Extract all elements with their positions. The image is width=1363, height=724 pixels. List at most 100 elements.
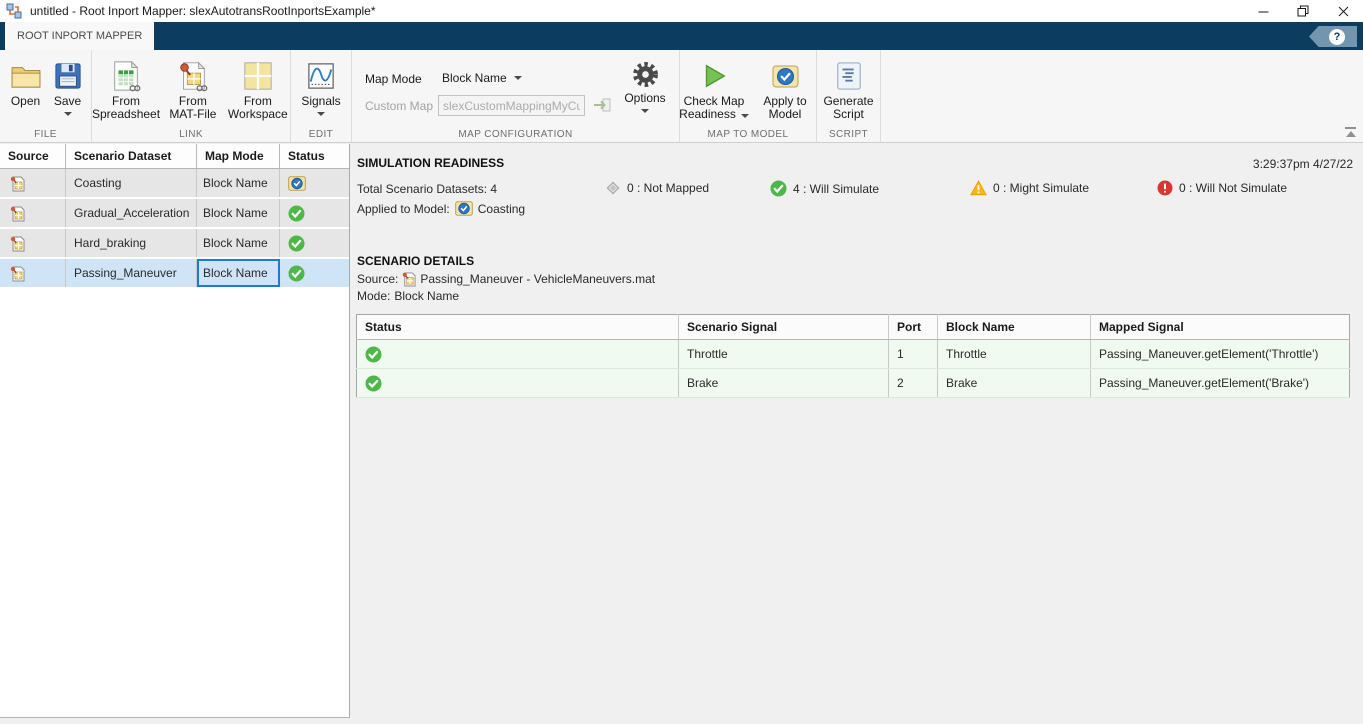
applied-to-model-badge-icon	[288, 175, 306, 191]
app-icon	[6, 3, 22, 19]
map-mode-cell[interactable]: Block Name	[197, 229, 280, 257]
header-port: Port	[888, 314, 938, 340]
save-dropdown-caret	[63, 112, 72, 116]
simulation-readiness-heading: SIMULATION READINESS	[357, 156, 505, 170]
minimize-button[interactable]	[1243, 0, 1283, 22]
legend-not-mapped: 0 : Not Mapped	[605, 180, 709, 196]
restore-button[interactable]	[1283, 0, 1323, 22]
signals-dropdown-caret	[316, 112, 325, 116]
applied-to-model-badge-icon	[454, 201, 473, 216]
header-scenario-dataset: Scenario Dataset	[66, 144, 197, 168]
header-block-name: Block Name	[937, 314, 1091, 340]
details-header-row: Status Scenario Signal Port Block Name M…	[356, 314, 1350, 340]
scenario-row-passing-maneuver[interactable]: Passing_Maneuver Block Name	[0, 259, 349, 287]
scenario-mode-line: Mode: Block Name	[357, 289, 460, 303]
mat-file-icon	[177, 57, 209, 95]
will-simulate-check-icon	[365, 375, 382, 391]
apply-to-model-button[interactable]: Apply to Model	[755, 57, 815, 121]
legend-will-simulate: 4 : Will Simulate	[770, 180, 879, 197]
apply-to-model-badge-icon	[772, 57, 799, 95]
scenario-details-heading: SCENARIO DETAILS	[357, 254, 475, 268]
scenario-row-hard-braking[interactable]: Hard_braking Block Name	[0, 229, 349, 257]
from-spreadsheet-button[interactable]: From Spreadsheet	[92, 57, 160, 121]
generate-script-button[interactable]: Generate Script	[820, 57, 878, 121]
mat-file-pin-icon	[10, 235, 25, 252]
mat-file-pin-icon	[402, 271, 416, 287]
options-dropdown-caret	[641, 109, 649, 113]
header-scenario-signal: Scenario Signal	[678, 314, 889, 340]
map-mode-cell[interactable]: Block Name	[197, 169, 280, 197]
collapse-ribbon-button[interactable]	[1345, 127, 1356, 137]
map-mode-cell[interactable]: Block Name	[197, 199, 280, 227]
map-mode-dropdown[interactable]: Block Name	[442, 71, 522, 85]
legend-might-simulate: 0 : Might Simulate	[970, 180, 1089, 196]
save-button[interactable]: Save	[54, 57, 82, 116]
map-mode-caret	[513, 76, 522, 80]
spreadsheet-icon	[110, 57, 142, 95]
mat-file-pin-icon	[10, 175, 25, 192]
check-readiness-play-icon	[700, 57, 728, 95]
workspace-grid-icon	[242, 57, 274, 95]
help-icon: ?	[1329, 28, 1345, 45]
ribbon-spacer	[881, 50, 1363, 142]
title-bar: untitled - Root Inport Mapper: slexAutot…	[0, 0, 1363, 22]
gear-icon	[632, 56, 659, 92]
mapping-details-table: Status Scenario Signal Port Block Name M…	[356, 314, 1350, 398]
total-scenario-datasets: Total Scenario Datasets: 4	[357, 182, 498, 196]
from-mat-file-button[interactable]: From MAT-File	[164, 57, 222, 121]
scenario-row-gradual-acceleration[interactable]: Gradual_Acceleration Block Name	[0, 199, 349, 227]
section-script: Generate Script SCRIPT	[817, 50, 881, 142]
might-simulate-warning-icon	[970, 180, 987, 196]
custom-map-browse-icon[interactable]	[592, 96, 612, 114]
script-document-icon	[835, 57, 863, 95]
scenario-table-header: Source Scenario Dataset Map Mode Status	[0, 144, 349, 169]
toolstrip-tab-bar: ROOT INPORT MAPPER ?	[0, 22, 1363, 50]
save-floppy-icon	[54, 57, 82, 95]
window-title: untitled - Root Inport Mapper: slexAutot…	[30, 4, 376, 18]
help-button[interactable]: ?	[1309, 26, 1357, 47]
open-folder-icon	[10, 57, 42, 95]
header-map-mode: Map Mode	[197, 144, 280, 168]
will-simulate-check-icon	[770, 180, 787, 197]
options-button[interactable]: Options	[616, 56, 674, 113]
scenario-dataset-panel: Source Scenario Dataset Map Mode Status …	[0, 144, 350, 718]
section-file: Open Save FILE	[0, 50, 92, 142]
header-source: Source	[0, 144, 66, 168]
will-simulate-check-icon	[288, 265, 305, 282]
scenario-source-line: Source: Passing_Maneuver - VehicleManeuv…	[357, 271, 656, 287]
will-not-simulate-error-icon	[1157, 180, 1173, 196]
section-edit: Signals EDIT	[291, 50, 352, 142]
signals-wave-icon	[307, 57, 335, 95]
not-mapped-diamond-icon	[605, 180, 621, 196]
map-mode-label: Map Mode	[365, 72, 422, 86]
tab-root-inport-mapper[interactable]: ROOT INPORT MAPPER	[5, 22, 155, 50]
custom-map-input[interactable]	[438, 95, 585, 116]
section-map-to-model: Check Map Readiness Apply to Model MAP T…	[679, 50, 817, 142]
will-simulate-check-icon	[288, 205, 305, 222]
applied-to-model-line: Applied to Model: Coasting	[357, 201, 526, 216]
signal-row-brake[interactable]: Brake 2 Brake Passing_Maneuver.getElemen…	[356, 368, 1350, 398]
check-map-readiness-button[interactable]: Check Map Readiness	[679, 57, 749, 121]
from-workspace-button[interactable]: From Workspace	[226, 57, 290, 121]
header-status: Status	[356, 314, 679, 340]
legend-will-not-simulate: 0 : Will Not Simulate	[1157, 180, 1287, 196]
open-button[interactable]: Open	[10, 57, 42, 116]
readiness-timestamp: 3:29:37pm 4/27/22	[1252, 157, 1353, 171]
root-inport-mapper-window: untitled - Root Inport Mapper: slexAutot…	[0, 0, 1363, 724]
close-button[interactable]	[1323, 0, 1363, 22]
header-mapped-signal: Mapped Signal	[1090, 314, 1350, 340]
section-link: From Spreadsheet From MAT-File From Work…	[92, 50, 291, 142]
signals-button[interactable]: Signals	[301, 57, 341, 116]
will-simulate-check-icon	[288, 235, 305, 252]
will-simulate-check-icon	[365, 346, 382, 362]
details-panel: SIMULATION READINESS 3:29:37pm 4/27/22 T…	[350, 144, 1363, 724]
custom-map-label: Custom Map	[365, 99, 434, 113]
signal-row-throttle[interactable]: Throttle 1 Throttle Passing_Maneuver.get…	[356, 339, 1350, 369]
header-status: Status	[288, 149, 325, 163]
map-mode-cell-selected[interactable]: Block Name	[197, 259, 280, 287]
mat-file-pin-icon	[10, 265, 25, 282]
mat-file-pin-icon	[10, 205, 25, 222]
section-map-configuration: Map Mode Block Name Custom Map slexCusto…	[352, 50, 680, 142]
scenario-row-coasting[interactable]: Coasting Block Name	[0, 169, 349, 197]
check-readiness-caret	[740, 114, 749, 118]
